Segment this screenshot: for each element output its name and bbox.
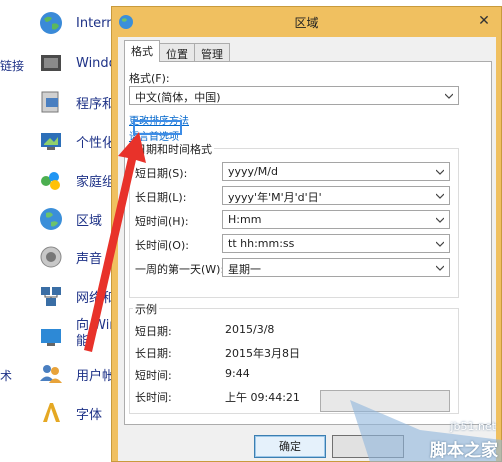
cp-item-network[interactable]: 网络和 — [38, 279, 115, 313]
chevron-down-icon — [436, 241, 444, 247]
cp-item-label: 用户帐 — [76, 368, 116, 384]
cp-item-windows-update[interactable]: Windo — [38, 46, 117, 80]
short-time-select[interactable]: H:mm — [222, 210, 450, 229]
homegroup-icon — [41, 172, 60, 190]
cp-item-label: 个性化 — [76, 135, 116, 151]
first-day-of-week-value: 星期一 — [228, 263, 261, 276]
chevron-down-icon — [436, 169, 444, 175]
cp-item-label: 程序和 — [76, 96, 116, 112]
cp-item-user-accounts[interactable]: 用户帐 — [38, 357, 115, 391]
first-day-of-week-select[interactable]: 星期一 — [222, 258, 450, 277]
format-select-value: 中文(简体，中国) — [135, 91, 221, 104]
windows-features-icon — [41, 329, 61, 346]
cancel-button[interactable] — [332, 435, 404, 458]
tab-location[interactable]: 位置 — [159, 43, 195, 62]
short-date-select[interactable]: yyyy/M/d — [222, 162, 450, 181]
datetime-format-group: 日期和时间格式 短日期(S): yyyy/M/d 长日期(L): yyyy'年'… — [129, 141, 459, 298]
chevron-down-icon — [436, 217, 444, 223]
long-time-value: tt hh:mm:ss — [228, 237, 295, 250]
example-value: 2015年3月8日 — [225, 347, 300, 360]
group-title: 示例 — [133, 301, 159, 317]
example-label: 短时间: — [135, 369, 172, 382]
cp-item-personalization[interactable]: 个性化 — [38, 124, 115, 158]
globe-icon — [40, 12, 62, 34]
cp-item-homegroup[interactable]: 家庭组 — [38, 163, 115, 197]
cp-item-label: 区域 — [76, 213, 103, 229]
chevron-down-icon — [445, 93, 453, 99]
tab-format[interactable]: 格式 — [124, 40, 160, 62]
user-accounts-icon — [40, 365, 62, 383]
personalization-icon — [41, 133, 61, 150]
left-fragment-text: 链接 — [0, 59, 25, 73]
tab-strip: 格式 位置 管理 — [124, 40, 230, 62]
close-button[interactable]: ✕ — [475, 12, 493, 30]
group-title: 日期和时间格式 — [133, 141, 214, 157]
region-dialog: 区域 ✕ 格式 位置 管理 格式(F): 中文(简体，中国) 更改排序方法 语言… — [111, 6, 502, 462]
cp-item-sound[interactable]: 声音 — [38, 240, 102, 274]
example-value: 9:44 — [225, 367, 250, 380]
first-day-of-week-label: 一周的第一天(W): — [135, 263, 225, 276]
long-time-select[interactable]: tt hh:mm:ss — [222, 234, 450, 253]
example-label: 短日期: — [135, 325, 172, 338]
programs-icon — [41, 91, 59, 113]
watermark-site: jb51.net — [450, 420, 496, 433]
short-time-label: 短时间(H): — [135, 215, 189, 228]
example-value: 2015/3/8 — [225, 323, 275, 336]
dialog-title: 区域 — [294, 16, 319, 30]
example-label: 长日期: — [135, 347, 172, 360]
short-date-value: yyyy/M/d — [228, 165, 278, 178]
format-label: 格式(F): — [129, 72, 170, 85]
cp-item-label: 家庭组 — [76, 174, 116, 190]
tab-administrative[interactable]: 管理 — [194, 43, 230, 62]
cp-item-label: 声音 — [76, 251, 103, 267]
cp-item-label: 向 Wir — [76, 318, 115, 333]
chevron-down-icon — [436, 265, 444, 271]
long-date-label: 长日期(L): — [135, 191, 187, 204]
format-select[interactable]: 中文(简体，中国) — [129, 86, 459, 105]
cp-item-label: 字体 — [76, 407, 103, 423]
ok-button[interactable]: 确定 — [254, 435, 326, 458]
long-time-label: 长时间(O): — [135, 239, 189, 252]
cp-item-label: Intern — [76, 15, 115, 31]
dialog-client-area: 格式 位置 管理 格式(F): 中文(简体，中国) 更改排序方法 语言首选项 日… — [118, 37, 496, 461]
cp-item-region[interactable]: 区域 — [38, 202, 102, 236]
long-date-select[interactable]: yyyy'年'M'月'd'日' — [222, 186, 450, 205]
language-link-highlight-box — [133, 120, 182, 135]
cp-item-label-line2: 能 — [76, 334, 90, 349]
left-fragment-text: 术 — [0, 369, 13, 383]
cp-item-internet-options[interactable]: Intern — [38, 6, 115, 40]
format-tab-panel: 格式(F): 中文(简体，中国) 更改排序方法 语言首选项 日期和时间格式 短日… — [124, 61, 492, 425]
windows-update-icon — [41, 55, 61, 71]
cp-item-programs[interactable]: 程序和 — [38, 85, 115, 119]
fonts-icon — [43, 403, 60, 422]
cp-item-label: 网络和 — [76, 290, 116, 306]
chevron-down-icon — [436, 193, 444, 199]
region-icon — [40, 208, 62, 230]
example-value: 上午 09:44:21 — [225, 391, 300, 404]
cp-item-fonts[interactable]: 字体 — [38, 396, 102, 430]
additional-settings-button[interactable] — [320, 390, 450, 412]
short-date-label: 短日期(S): — [135, 167, 188, 180]
long-date-value: yyyy'年'M'月'd'日' — [228, 191, 322, 204]
watermark-name: 脚本之家 — [430, 441, 498, 461]
sound-icon — [40, 246, 62, 268]
network-icon — [41, 287, 61, 306]
cp-item-windows-features[interactable]: 向 Wir 能 — [38, 318, 115, 354]
example-label: 长时间: — [135, 391, 172, 404]
short-time-value: H:mm — [228, 213, 262, 226]
dialog-titlebar[interactable]: 区域 ✕ — [112, 7, 501, 37]
